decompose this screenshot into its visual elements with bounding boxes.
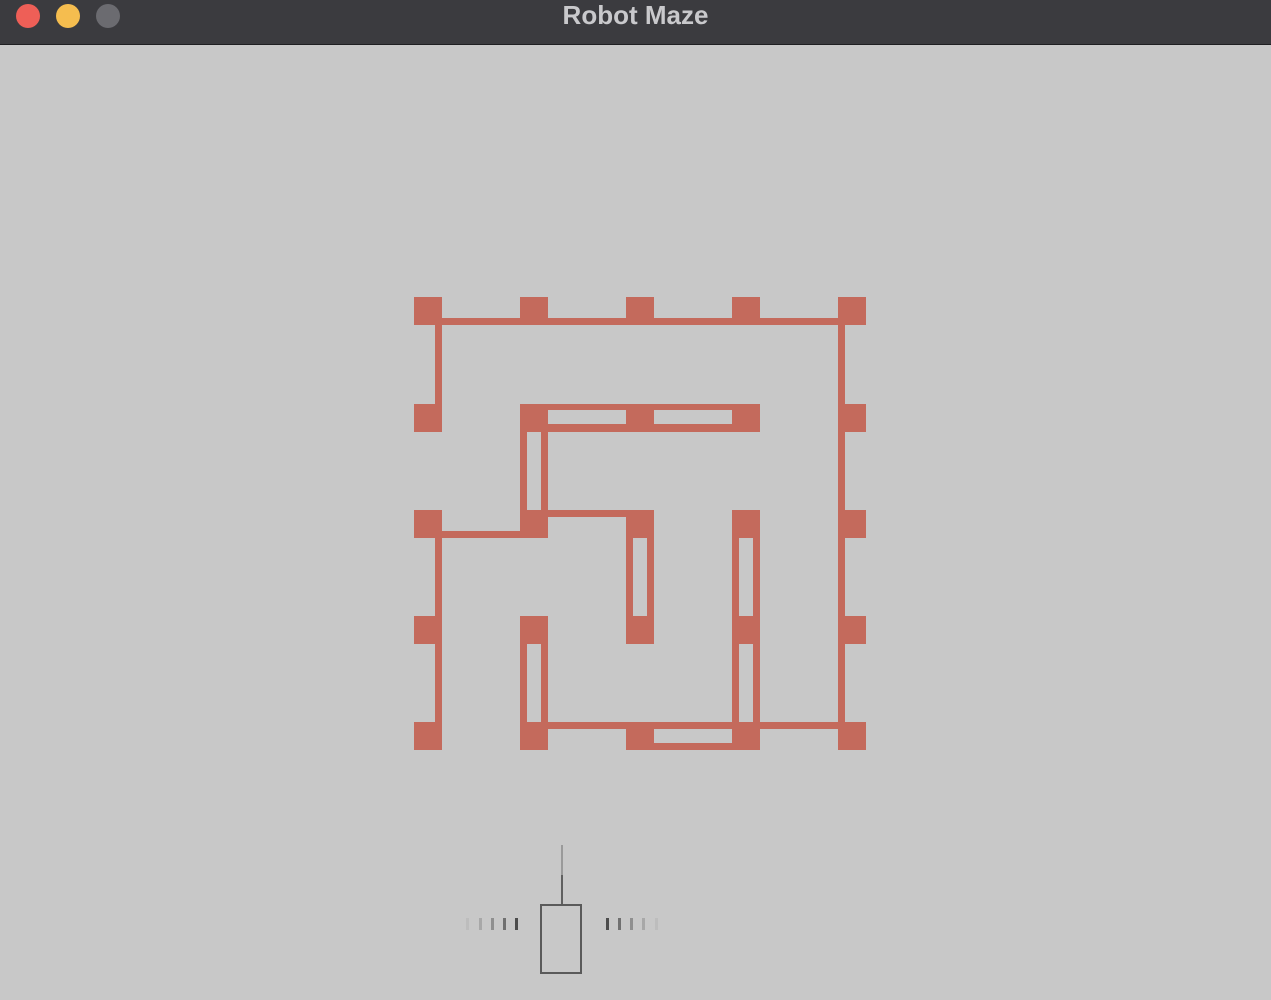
maze-scene: [414, 297, 866, 974]
maze-post: [414, 616, 442, 644]
maze-post: [838, 404, 866, 432]
maze: [414, 297, 866, 750]
robot: [466, 845, 658, 974]
maze-gap: [654, 729, 732, 743]
maze-post: [414, 297, 442, 325]
maze-wall: [435, 531, 548, 538]
maze-gap: [527, 432, 541, 510]
robot-body-icon: [540, 904, 582, 974]
game-canvas: [0, 45, 1271, 1000]
title-bar: Robot Maze: [0, 0, 1271, 45]
maze-gap: [548, 410, 626, 424]
maze-gap: [739, 644, 753, 722]
maze-gap: [654, 410, 732, 424]
maze-post: [732, 297, 760, 325]
maze-post: [520, 297, 548, 325]
maze-gaps: [527, 410, 753, 743]
maze-post: [838, 510, 866, 538]
right-range-sensor: [606, 918, 658, 930]
left-range-sensor: [466, 918, 518, 930]
maze-post: [838, 297, 866, 325]
maze-post: [414, 722, 442, 750]
maze-post: [838, 616, 866, 644]
window-title: Robot Maze: [562, 0, 709, 30]
maze-gap: [633, 538, 647, 616]
maze-post: [626, 297, 654, 325]
app-window: Robot Maze: [0, 0, 1271, 1000]
maze-gap: [527, 644, 541, 722]
maze-gap: [739, 538, 753, 616]
maze-post: [414, 404, 442, 432]
